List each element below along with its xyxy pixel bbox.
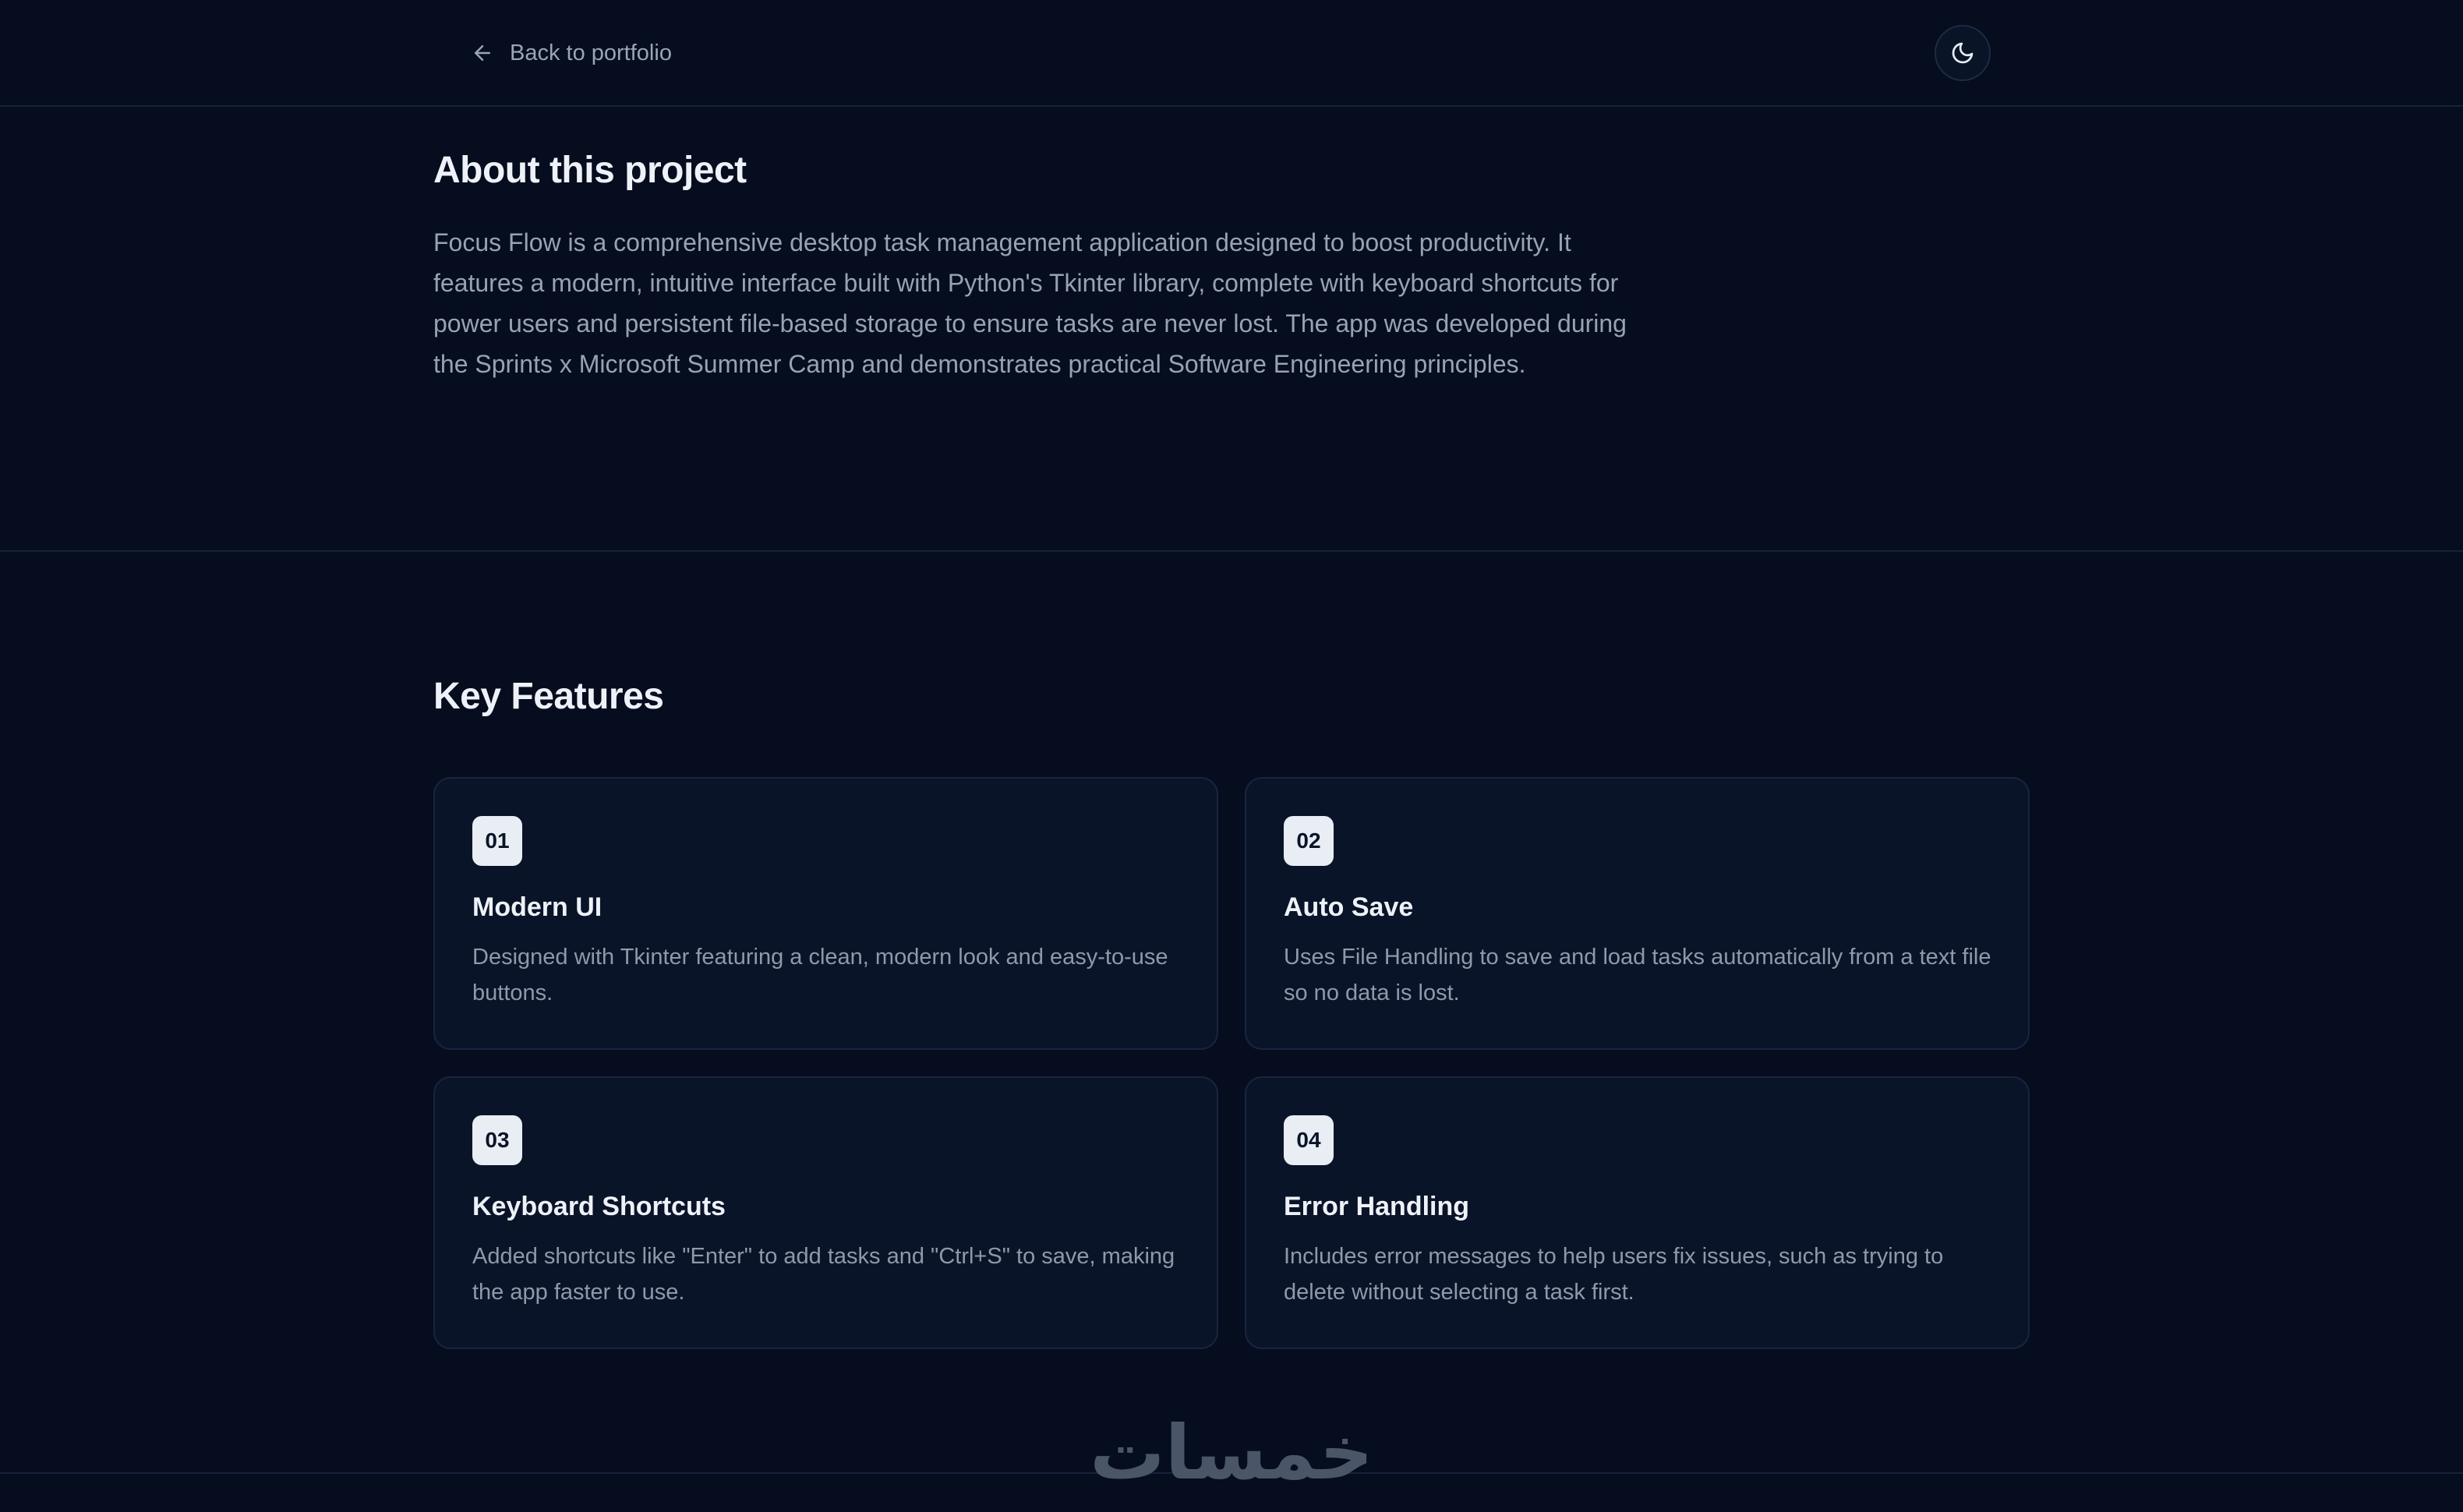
features-grid: 01 Modern UI Designed with Tkinter featu…: [433, 777, 2030, 1349]
feature-title: Modern UI: [472, 892, 602, 922]
feature-number-badge: 03: [472, 1115, 522, 1165]
back-link-label: Back to portfolio: [510, 40, 672, 65]
feature-title: Error Handling: [1284, 1192, 1470, 1221]
feature-card: 04 Error Handling Includes error message…: [1245, 1076, 2030, 1349]
feature-description: Added shortcuts like "Enter" to add task…: [472, 1244, 1175, 1305]
feature-number-badge: 01: [472, 816, 522, 866]
feature-description: Includes error messages to help users fi…: [1284, 1244, 1944, 1305]
theme-toggle-button[interactable]: [1935, 25, 1991, 81]
khamsat-watermark-logo: خمسات: [1090, 1409, 1373, 1496]
feature-title: Keyboard Shortcuts: [472, 1192, 726, 1221]
feature-title: Auto Save: [1284, 892, 1414, 922]
feature-card: 02 Auto Save Uses File Handling to save …: [1245, 777, 2030, 1050]
back-to-portfolio-link[interactable]: Back to portfolio: [471, 36, 672, 70]
feature-description: Uses File Handling to save and load task…: [1284, 945, 1991, 1005]
about-description: Focus Flow is a comprehensive desktop ta…: [433, 228, 1627, 378]
feature-description: Designed with Tkinter featuring a clean,…: [472, 945, 1168, 1005]
about-section: About this project Focus Flow is a compr…: [0, 107, 2463, 552]
feature-card: 01 Modern UI Designed with Tkinter featu…: [433, 777, 1218, 1050]
features-title: Key Features: [433, 676, 664, 717]
feature-card: 03 Keyboard Shortcuts Added shortcuts li…: [433, 1076, 1218, 1349]
top-navigation-bar: Back to portfolio: [0, 0, 2463, 107]
feature-number-badge: 02: [1284, 816, 1334, 866]
moon-icon: [1952, 42, 1974, 64]
arrow-left-icon: [475, 45, 490, 61]
about-title: About this project: [433, 150, 747, 191]
feature-number-badge: 04: [1284, 1115, 1334, 1165]
